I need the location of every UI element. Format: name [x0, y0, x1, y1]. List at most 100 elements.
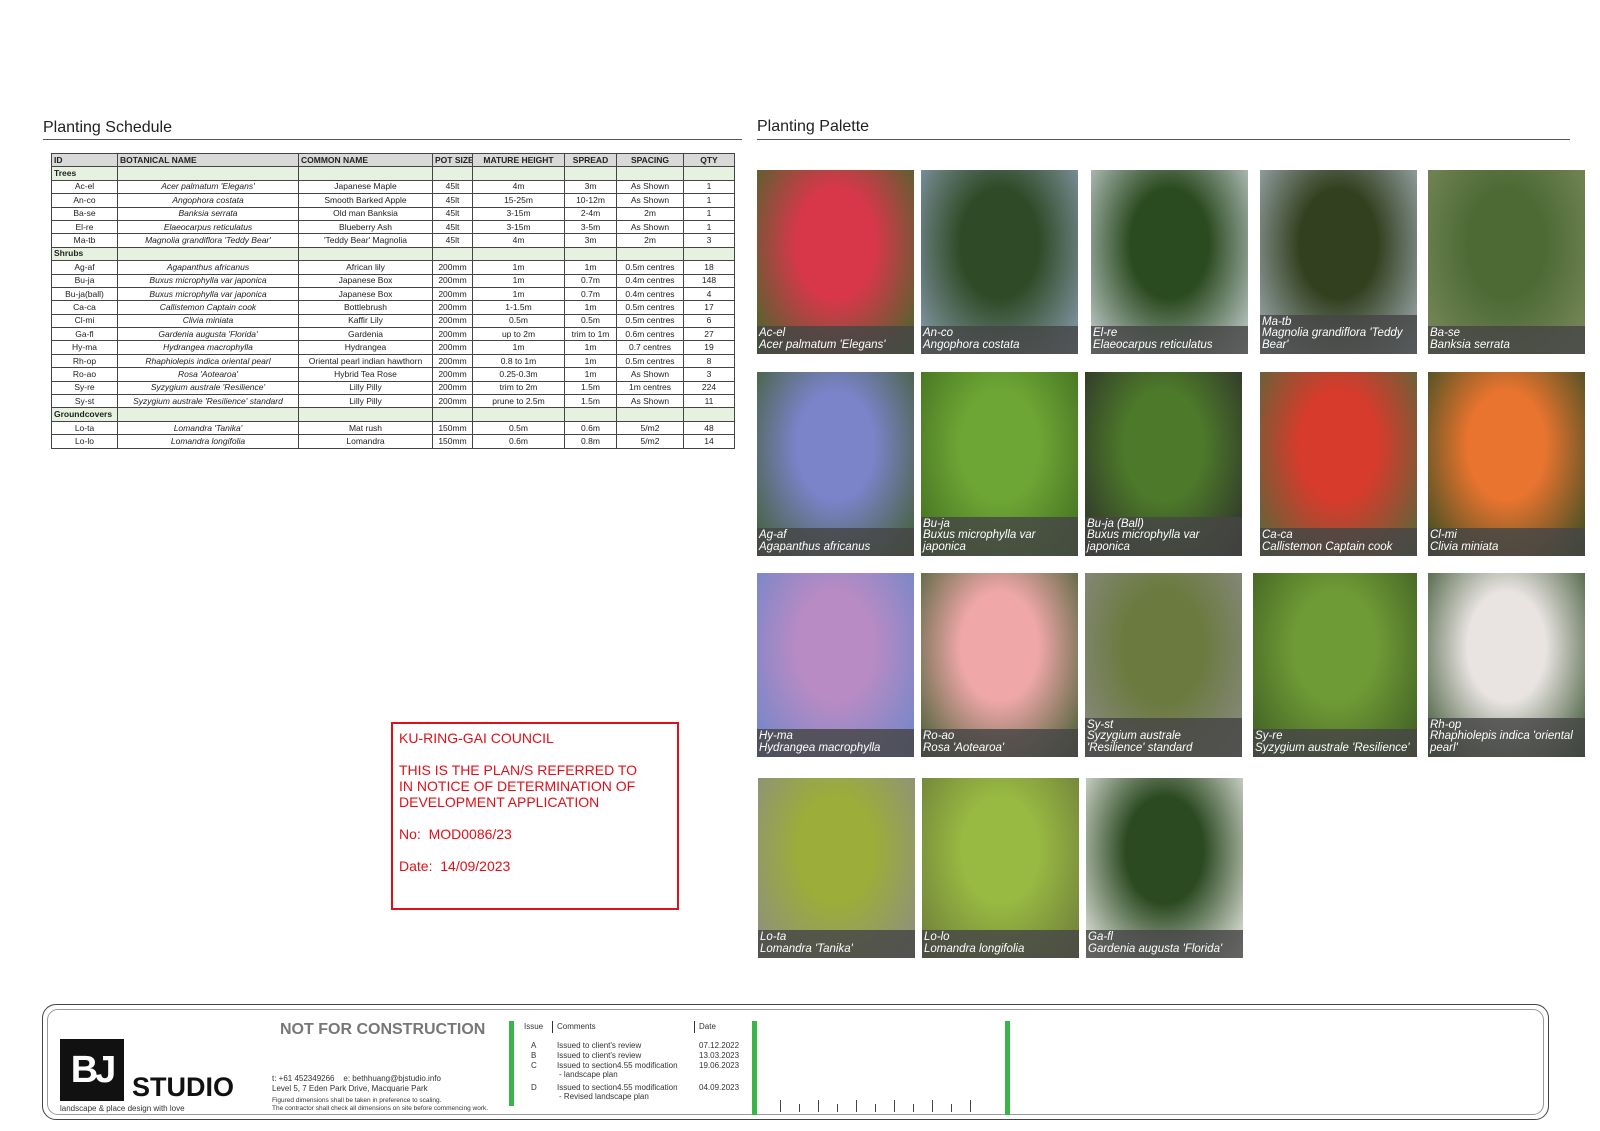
- plant-botanical-name: Angophora costata: [923, 338, 1020, 351]
- cell-spread: 0.5m: [564, 313, 617, 329]
- cell-spread: 1m: [564, 340, 617, 355]
- cell-mature-height: 0.25-0.3m: [472, 367, 565, 382]
- revision-comment: Issued to client's review: [557, 1041, 641, 1050]
- studio-name: STUDIO: [132, 1072, 235, 1102]
- scale-tick: [913, 1104, 914, 1112]
- cell-spread: 0.6m: [564, 420, 617, 436]
- plant-code: Lo-ta: [760, 931, 787, 943]
- schedule-body: Trees Ac-el Acer palmatum 'Elegans' Japanes…: [51, 166, 735, 449]
- cell-common-name: Hydrangea: [298, 340, 433, 355]
- cell-id: Ag-af: [51, 260, 118, 275]
- plant-botanical-name: Syzygium australe 'Resilience' standard: [1087, 730, 1193, 754]
- cell-id: Ba-se: [51, 206, 118, 221]
- plant-tile: Ga-fl Gardenia augusta 'Florida': [1086, 778, 1243, 958]
- cell-pot-size: 200mm: [432, 327, 473, 342]
- cell-spacing: 0.6m centres: [616, 327, 684, 342]
- cell-spacing: 0.4m centres: [616, 273, 684, 288]
- cell-common-name: African lily: [298, 260, 433, 275]
- cell-botanical-name: Buxus microphylla var japonica: [117, 286, 299, 302]
- scale-tick: [837, 1104, 838, 1112]
- scale-tick: [894, 1100, 895, 1112]
- cell-mature-height: 15-25m: [472, 193, 565, 208]
- rev-header-issue: Issue: [524, 1022, 544, 1031]
- plant-code: Ro-ao: [923, 730, 955, 742]
- cell-qty: 27: [683, 327, 735, 342]
- green-divider-2: [752, 1021, 757, 1115]
- plant-botanical-name: Callistemon Captain cook: [1262, 540, 1393, 553]
- plant-caption: Bu-ja Buxus microphylla var japonica: [921, 516, 1078, 556]
- cell-pot-size: 200mm: [432, 273, 473, 288]
- cell-mature-height: 1-1.5m: [472, 300, 565, 315]
- cell-spacing: As Shown: [616, 394, 684, 409]
- cell-id: Bu-ja(ball): [51, 286, 118, 302]
- col-header-mature-height: MATURE HEIGHT: [472, 152, 565, 168]
- scale-tick: [932, 1100, 933, 1112]
- cell-mature-height: 3-15m: [472, 206, 565, 221]
- cell-mature-height: up to 2m: [472, 327, 565, 342]
- group-row-filler: [683, 246, 735, 262]
- cell-qty: 48: [683, 420, 735, 436]
- revision-issue: B: [531, 1051, 537, 1060]
- cell-spacing: 0.5m centres: [616, 300, 684, 315]
- cell-pot-size: 200mm: [432, 380, 473, 396]
- table-row: Sy-re Syzygium australe 'Resilience' Lilly…: [51, 380, 735, 396]
- plant-caption: Ga-fl Gardenia augusta 'Florida': [1086, 930, 1243, 958]
- plant-code: An-co: [923, 327, 954, 339]
- cell-common-name: Lilly Pilly: [298, 380, 433, 396]
- cell-spread: 1m: [564, 260, 617, 275]
- schedule-title-rule: [43, 139, 742, 140]
- scale-tick: [780, 1100, 781, 1112]
- revision-date: 19.06.2023: [699, 1061, 740, 1070]
- cell-spacing: As Shown: [616, 219, 684, 235]
- table-row: Bu-ja Buxus microphylla var japonica Japan…: [51, 273, 735, 288]
- table-header-row: ID BOTANICAL NAME COMMON NAME POT SIZE M…: [51, 152, 735, 168]
- plant-botanical-name: Buxus microphylla var japonica: [923, 529, 1036, 553]
- cell-botanical-name: Angophora costata: [117, 193, 299, 208]
- revision-date: 07.12.2022: [699, 1041, 740, 1050]
- revision-comment: Issued to client's review: [557, 1051, 641, 1060]
- cell-botanical-name: Rosa 'Aotearoa': [117, 367, 299, 382]
- revision-comment-line-1: Issued to client's review: [557, 1051, 642, 1060]
- group-row-filler: [117, 407, 299, 422]
- cell-qty: 3: [683, 233, 735, 248]
- cell-botanical-name: Banksia serrata: [117, 206, 299, 221]
- group-row-filler: [298, 407, 433, 422]
- cell-common-name: Lilly Pilly: [298, 394, 433, 409]
- cell-common-name: Kaffir Lily: [298, 313, 433, 329]
- revision-comment-line-1: Issued to section4.55 modification: [557, 1061, 678, 1070]
- contact-address: Level 5, 7 Eden Park Drive, Macquarie Pa…: [272, 1084, 428, 1093]
- stamp-no-label: No:: [399, 826, 421, 842]
- cell-common-name: Hybrid Tea Rose: [298, 367, 433, 382]
- cell-botanical-name: Syzygium australe 'Resilience' standard: [117, 394, 299, 409]
- plant-tile: Cl-mi Clivia miniata: [1428, 372, 1585, 556]
- council-approval-stamp: KU-RING-GAI COUNCIL THIS IS THE PLAN/S R…: [391, 722, 679, 910]
- plant-code: Cl-mi: [1430, 529, 1457, 541]
- cell-mature-height: prune to 2.5m: [472, 394, 565, 409]
- cell-id: Sy-st: [51, 394, 118, 409]
- cell-id: An-co: [51, 193, 118, 208]
- revision-date: 13.03.2023: [699, 1051, 740, 1060]
- group-row-filler: [683, 166, 735, 181]
- cell-qty: 1: [683, 219, 735, 235]
- cell-pot-size: 45lt: [432, 219, 473, 235]
- scale-tick: [951, 1104, 952, 1112]
- revision-date: 04.09.2023: [699, 1083, 740, 1092]
- cell-common-name: Japanese Box: [298, 286, 433, 302]
- cell-spacing: 1m centres: [616, 380, 684, 396]
- cell-spread: 1.5m: [564, 394, 617, 409]
- cell-common-name: Lomandra: [298, 434, 433, 449]
- cell-botanical-name: Clivia miniata: [117, 313, 299, 329]
- cell-common-name: Old man Banksia: [298, 206, 433, 221]
- plant-tile: Sy-st Syzygium australe 'Resilience' stan…: [1085, 573, 1242, 757]
- stamp-council-name: KU-RING-GAI COUNCIL: [399, 730, 554, 746]
- cell-spacing: 2m: [616, 206, 684, 221]
- cell-qty: 1: [683, 206, 735, 221]
- schedule-title: Planting Schedule: [43, 119, 172, 136]
- plant-code: Lo-lo: [924, 931, 950, 943]
- contact-details: t: +61 452349266 e: bethhuang@bjstudio.i…: [272, 1074, 441, 1094]
- cell-common-name: Smooth Barked Apple: [298, 193, 433, 208]
- cell-id: Cl-mi: [51, 313, 118, 329]
- group-row: Trees: [51, 166, 735, 181]
- stamp-date-label: Date:: [399, 858, 433, 874]
- cell-pot-size: 200mm: [432, 367, 473, 382]
